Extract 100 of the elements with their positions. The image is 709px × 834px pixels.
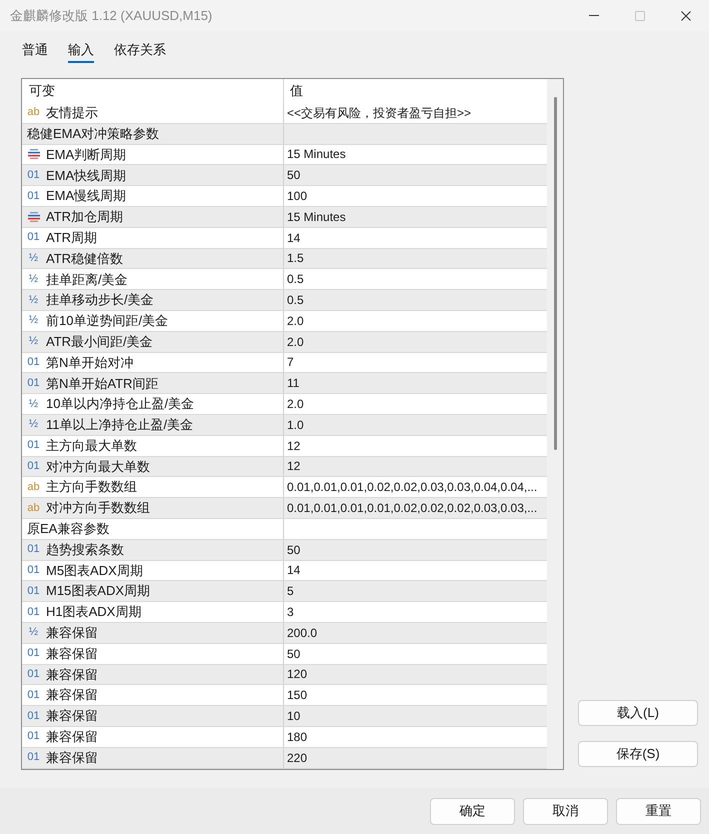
- parameter-value: 2.0: [287, 334, 304, 351]
- parameter-row[interactable]: ½ 前10单逆势间距/美金 2.0: [22, 310, 547, 332]
- string-type-icon: ab: [27, 502, 40, 515]
- parameter-name: 主方向手数数组: [46, 478, 137, 496]
- parameter-row[interactable]: 01 兼容保留 120: [22, 664, 547, 686]
- column-header[interactable]: 可变: [29, 81, 55, 101]
- parameter-row[interactable]: 01 兼容保留 220: [22, 748, 547, 768]
- integer-type-icon: 01: [27, 439, 40, 452]
- parameter-value: 14: [287, 562, 300, 580]
- parameter-row[interactable]: ab 主方向手数数组 0.01,0.01,0.01,0.02,0.02,0.03,0.03,0.04,0.04,...: [22, 477, 547, 498]
- parameter-value: 10: [287, 708, 300, 725]
- parameter-name: 兼容保留: [46, 666, 98, 684]
- parameter-row[interactable]: ½ 兼容保留 200.0: [22, 622, 547, 644]
- parameter-row[interactable]: ½ 10单以内净持仓止盈/美金 2.0: [22, 394, 547, 415]
- window-title: 金麒麟修改版 1.12 (XAUUSD,M15): [10, 6, 212, 25]
- side-button[interactable]: 载入(L): [578, 700, 698, 726]
- list-icon: [28, 149, 40, 160]
- integer-type-icon: 01: [27, 376, 40, 390]
- parameter-name: 前10单逆势间距/美金: [46, 312, 168, 330]
- parameter-value: 180: [287, 728, 308, 746]
- parameter-row[interactable]: 01 第N单开始ATR间距 11: [22, 373, 547, 394]
- integer-type-icon: 01: [27, 190, 40, 203]
- parameter-row[interactable]: ATR加仓周期 15 Minutes: [22, 206, 547, 228]
- parameter-name: 第N单开始对冲: [46, 354, 134, 372]
- parameter-value: 100: [287, 188, 308, 206]
- fraction-type-icon: ½: [27, 314, 40, 328]
- parameter-value: 7: [287, 354, 294, 372]
- integer-type-icon: 01: [27, 668, 40, 681]
- parameter-name: 兼容保留: [46, 748, 98, 767]
- parameter-row[interactable]: 01 兼容保留 50: [22, 644, 547, 665]
- string-type-icon: ab: [27, 106, 40, 120]
- parameter-name: 对冲方向手数数组: [46, 499, 150, 518]
- parameter-name: 兼容保留: [46, 624, 98, 642]
- integer-type-icon: 01: [27, 710, 40, 722]
- parameter-name: M15图表ADX周期: [46, 582, 150, 600]
- integer-type-icon: 01: [27, 751, 40, 764]
- column-header[interactable]: 值: [290, 81, 303, 101]
- tab[interactable]: 依存关系: [114, 41, 166, 63]
- parameter-row[interactable]: ab 对冲方向手数数组 0.01,0.01,0.01,0.01,0.02,0.02,0.02,0.03,0.03,...: [22, 498, 547, 519]
- parameter-name: ATR加仓周期: [46, 208, 124, 226]
- parameter-row[interactable]: 01 H1图表ADX周期 3: [22, 602, 547, 623]
- close-icon: [681, 10, 691, 20]
- parameter-name: 主方向最大单数: [46, 436, 137, 455]
- parameter-row[interactable]: 01 EMA慢线周期 100: [22, 186, 547, 207]
- parameter-name: M5图表ADX周期: [46, 562, 143, 580]
- parameter-row[interactable]: ab 友情提示 <<交易有风险，投资者盈亏自担>>: [22, 103, 547, 124]
- parameter-value: 0.01,0.01,0.01,0.02,0.02,0.03,0.03,0.04,0.04,...: [287, 479, 538, 496]
- tab[interactable]: 普通: [22, 41, 48, 63]
- dialog-button[interactable]: 重置: [616, 798, 701, 824]
- parameter-row[interactable]: 01 第N单开始对冲 7: [22, 352, 547, 374]
- parameter-row[interactable]: 01 兼容保留 150: [22, 685, 547, 706]
- parameter-row[interactable]: EMA判断周期 15 Minutes: [22, 144, 547, 166]
- parameter-row[interactable]: 01 趋势搜索条数 50: [22, 540, 547, 561]
- parameter-name: 兼容保留: [46, 686, 98, 704]
- parameter-name: EMA快线周期: [46, 166, 126, 185]
- parameter-row[interactable]: 01 M15图表ADX周期 5: [22, 581, 547, 602]
- parameter-row[interactable]: 01 ATR周期 14: [22, 228, 547, 249]
- integer-type-icon: 01: [27, 606, 40, 619]
- parameter-value: 1.5: [287, 250, 304, 268]
- parameter-name: ATR周期: [46, 228, 98, 247]
- parameter-name: 兼容保留: [46, 728, 98, 746]
- parameter-name: EMA慢线周期: [46, 187, 126, 206]
- parameter-row[interactable]: ½ ATR稳健倍数 1.5: [22, 248, 547, 270]
- parameter-value: 50: [287, 646, 300, 663]
- parameter-row[interactable]: 01 EMA快线周期 50: [22, 165, 547, 186]
- parameter-row[interactable]: ½ 11单以上净持仓止盈/美金 1.0: [22, 414, 547, 436]
- integer-type-icon: 01: [27, 688, 40, 702]
- dialog-button[interactable]: 取消: [523, 798, 608, 824]
- scrollbar[interactable]: [547, 79, 563, 769]
- group-row[interactable]: 原EA兼容参数: [22, 518, 547, 540]
- parameter-name: 兼容保留: [46, 644, 98, 663]
- parameter-name: 趋势搜索条数: [46, 540, 124, 559]
- parameter-value: <<交易有风险，投资者盈亏自担>>: [287, 104, 472, 122]
- fraction-type-icon: ½: [27, 398, 40, 411]
- parameter-row[interactable]: 01 兼容保留 180: [22, 726, 547, 748]
- parameter-row[interactable]: 01 主方向最大单数 12: [22, 436, 547, 457]
- parameter-value: 0.01,0.01,0.01,0.01,0.02,0.02,0.02,0.03,0.03,...: [287, 500, 538, 518]
- tab[interactable]: 输入: [68, 41, 94, 63]
- integer-type-icon: 01: [27, 356, 40, 369]
- fraction-type-icon: ½: [27, 418, 40, 432]
- integer-type-icon: 01: [27, 460, 40, 473]
- parameter-name: 对冲方向最大单数: [46, 458, 150, 476]
- parameter-row[interactable]: 01 M5图表ADX周期 14: [22, 560, 547, 582]
- parameter-value: 50: [287, 167, 300, 184]
- scrollbar-thumb[interactable]: [554, 97, 556, 450]
- dialog-button[interactable]: 确定: [430, 798, 515, 824]
- parameter-value: 3: [287, 604, 294, 622]
- parameter-row[interactable]: ½ 挂单距离/美金 0.5: [22, 269, 547, 290]
- integer-type-icon: 01: [27, 564, 40, 577]
- group-title: 原EA兼容参数: [27, 520, 110, 538]
- parameter-value: 5: [287, 583, 294, 600]
- parameter-row[interactable]: ½ ATR最小间距/美金 2.0: [22, 332, 547, 353]
- parameter-name: H1图表ADX周期: [46, 603, 142, 622]
- group-row[interactable]: 稳健EMA对冲策略参数: [22, 124, 547, 145]
- side-button[interactable]: 保存(S): [578, 741, 698, 767]
- minimize-icon: [589, 15, 599, 16]
- parameter-row[interactable]: ½ 挂单移动步长/美金 0.5: [22, 290, 547, 311]
- parameter-row[interactable]: 01 兼容保留 10: [22, 706, 547, 727]
- parameter-row[interactable]: 01 对冲方向最大单数 12: [22, 456, 547, 478]
- group-title: 稳健EMA对冲策略参数: [27, 124, 160, 143]
